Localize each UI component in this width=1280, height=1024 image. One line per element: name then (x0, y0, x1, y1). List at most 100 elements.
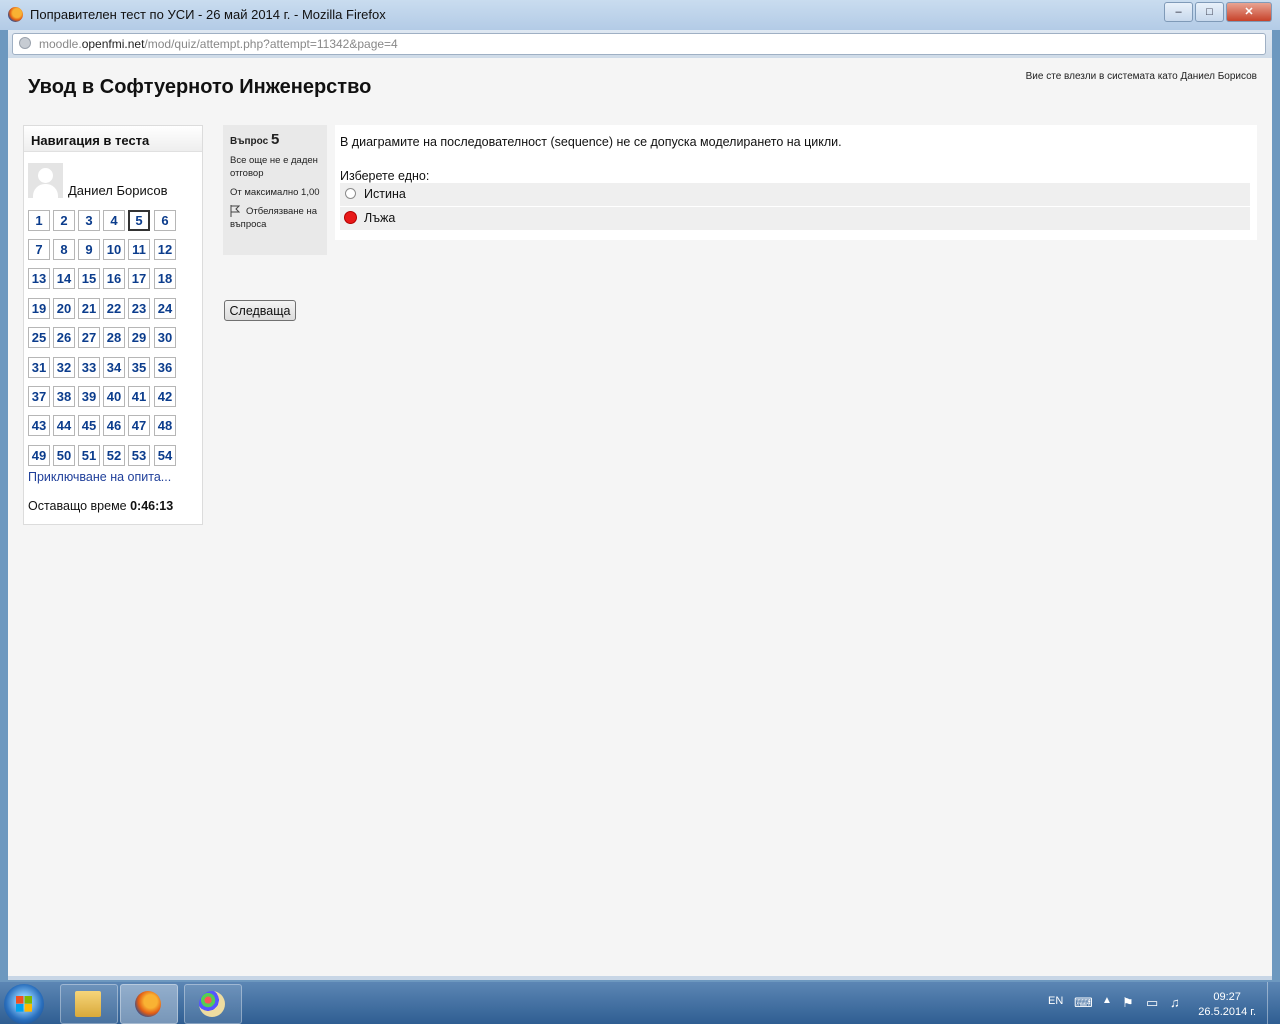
radio-false[interactable] (344, 211, 357, 224)
question-nav-button[interactable]: 48 (154, 415, 176, 436)
question-nav-button[interactable]: 52 (103, 445, 125, 466)
question-nav-button[interactable]: 41 (128, 386, 150, 407)
question-nav-button[interactable]: 45 (78, 415, 100, 436)
address-bar[interactable]: moodle.openfmi.net/mod/quiz/attempt.php?… (12, 33, 1266, 55)
question-nav-button[interactable]: 16 (103, 268, 125, 289)
question-nav-button[interactable]: 8 (53, 239, 75, 260)
question-nav-button[interactable]: 42 (154, 386, 176, 407)
quiz-navigation-block: Навигация в теста Даниел Борисов 1234567… (23, 125, 203, 525)
question-nav-button[interactable]: 31 (28, 357, 50, 378)
next-page-button[interactable]: Следваща (224, 300, 296, 321)
language-indicator[interactable]: EN (1048, 995, 1063, 1007)
answer-label: Истина (364, 187, 406, 201)
question-nav-button[interactable]: 34 (103, 357, 125, 378)
keyboard-icon[interactable]: ⌨ (1074, 995, 1093, 1011)
maximize-button[interactable]: □ (1195, 2, 1224, 22)
question-nav-button[interactable]: 18 (154, 268, 176, 289)
question-nav-button[interactable]: 26 (53, 327, 75, 348)
question-nav-button[interactable]: 21 (78, 298, 100, 319)
firefox-icon (135, 991, 161, 1017)
system-tray: EN ⌨ ▲ ⚑ ▭ ♫ 09:27 26.5.2014 г. (1040, 982, 1280, 1024)
question-nav-button[interactable]: 43 (28, 415, 50, 436)
minimize-button[interactable]: – (1164, 2, 1193, 22)
time-value: 0:46:13 (130, 499, 174, 513)
question-content: В диаграмите на последователност (sequen… (335, 125, 1257, 240)
flag-question-toggle[interactable]: Отбелязване на въпроса (230, 205, 320, 231)
question-nav-button[interactable]: 44 (53, 415, 75, 436)
question-info: Въпрос 5 Все още не е даден отговор От м… (223, 125, 327, 255)
finish-attempt-link[interactable]: Приключване на опита... (28, 470, 171, 484)
answer-option-false[interactable]: Лъжа (340, 207, 1250, 230)
question-nav-button[interactable]: 47 (128, 415, 150, 436)
question-nav-button[interactable]: 9 (78, 239, 100, 260)
question-nav-button[interactable]: 15 (78, 268, 100, 289)
question-nav-button[interactable]: 1 (28, 210, 50, 231)
url-text: moodle.openfmi.net/mod/quiz/attempt.php?… (39, 37, 398, 51)
question-number: Въпрос 5 (230, 131, 280, 148)
folder-icon (75, 991, 101, 1017)
firefox-icon (8, 7, 23, 22)
question-nav-button[interactable]: 38 (53, 386, 75, 407)
question-nav-button[interactable]: 39 (78, 386, 100, 407)
question-text: В диаграмите на последователност (sequen… (340, 135, 842, 149)
question-nav-button[interactable]: 11 (128, 239, 150, 260)
navigation-toolbar: moodle.openfmi.net/mod/quiz/attempt.php?… (8, 30, 1272, 59)
time-remaining: Оставащо време 0:46:13 (28, 499, 173, 513)
question-nav-button[interactable]: 12 (154, 239, 176, 260)
question-nav-button[interactable]: 49 (28, 445, 50, 466)
question-nav-button[interactable]: 10 (103, 239, 125, 260)
window-controls: – □ ✕ (1162, 2, 1272, 22)
network-icon[interactable]: ▭ (1146, 995, 1158, 1011)
question-nav-button[interactable]: 22 (103, 298, 125, 319)
clock[interactable]: 09:27 26.5.2014 г. (1198, 990, 1256, 1020)
question-grade: От максимално 1,00 (230, 187, 320, 198)
question-nav-button[interactable]: 17 (128, 268, 150, 289)
show-desktop-button[interactable] (1267, 982, 1280, 1024)
login-info: Вие сте влезли в системата като Даниел Б… (1025, 71, 1257, 82)
taskbar-firefox[interactable] (120, 984, 178, 1024)
question-nav-button[interactable]: 19 (28, 298, 50, 319)
question-nav-button[interactable]: 40 (103, 386, 125, 407)
question-nav-button[interactable]: 33 (78, 357, 100, 378)
question-nav-button[interactable]: 5 (128, 210, 150, 231)
question-nav-button[interactable]: 6 (154, 210, 176, 231)
question-nav-button[interactable]: 28 (103, 327, 125, 348)
radio-true[interactable] (345, 188, 356, 199)
question-nav-button[interactable]: 30 (154, 327, 176, 348)
question-nav-button[interactable]: 46 (103, 415, 125, 436)
question-nav-button[interactable]: 53 (128, 445, 150, 466)
taskbar-paint[interactable] (184, 984, 242, 1024)
question-nav-button[interactable]: 50 (53, 445, 75, 466)
taskbar-explorer[interactable] (60, 984, 118, 1024)
volume-icon[interactable]: ♫ (1170, 995, 1180, 1010)
question-nav-button[interactable]: 7 (28, 239, 50, 260)
question-nav-button[interactable]: 23 (128, 298, 150, 319)
question-nav-button[interactable]: 24 (154, 298, 176, 319)
show-hidden-icons-icon[interactable]: ▲ (1102, 995, 1112, 1006)
close-button[interactable]: ✕ (1226, 2, 1272, 22)
window-titlebar: Поправителен тест по УСИ - 26 май 2014 г… (0, 0, 1280, 30)
question-nav-button[interactable]: 29 (128, 327, 150, 348)
answer-option-true[interactable]: Истина (340, 183, 1250, 206)
question-nav-button[interactable]: 51 (78, 445, 100, 466)
question-nav-button[interactable]: 20 (53, 298, 75, 319)
question-nav-button[interactable]: 4 (103, 210, 125, 231)
question-nav-button[interactable]: 13 (28, 268, 50, 289)
question-nav-button[interactable]: 54 (154, 445, 176, 466)
question-nav-button[interactable]: 36 (154, 357, 176, 378)
start-button[interactable] (4, 984, 44, 1024)
question-nav-button[interactable]: 37 (28, 386, 50, 407)
question-status: Все още не е даден отговор (230, 155, 318, 179)
question-nav-button[interactable]: 3 (78, 210, 100, 231)
question-nav-button[interactable]: 27 (78, 327, 100, 348)
page-content: Увод в Софтуерното Инженерство Вие сте в… (8, 58, 1272, 976)
question-nav-button[interactable]: 14 (53, 268, 75, 289)
question-nav-button[interactable]: 2 (53, 210, 75, 231)
question-nav-button[interactable]: 25 (28, 327, 50, 348)
horizontal-scrollbar[interactable] (8, 976, 1272, 980)
action-center-icon[interactable]: ⚑ (1122, 995, 1134, 1011)
window-title: Поправителен тест по УСИ - 26 май 2014 г… (30, 7, 386, 22)
question-nav-button[interactable]: 35 (128, 357, 150, 378)
question-nav-button[interactable]: 32 (53, 357, 75, 378)
avatar (28, 163, 63, 198)
